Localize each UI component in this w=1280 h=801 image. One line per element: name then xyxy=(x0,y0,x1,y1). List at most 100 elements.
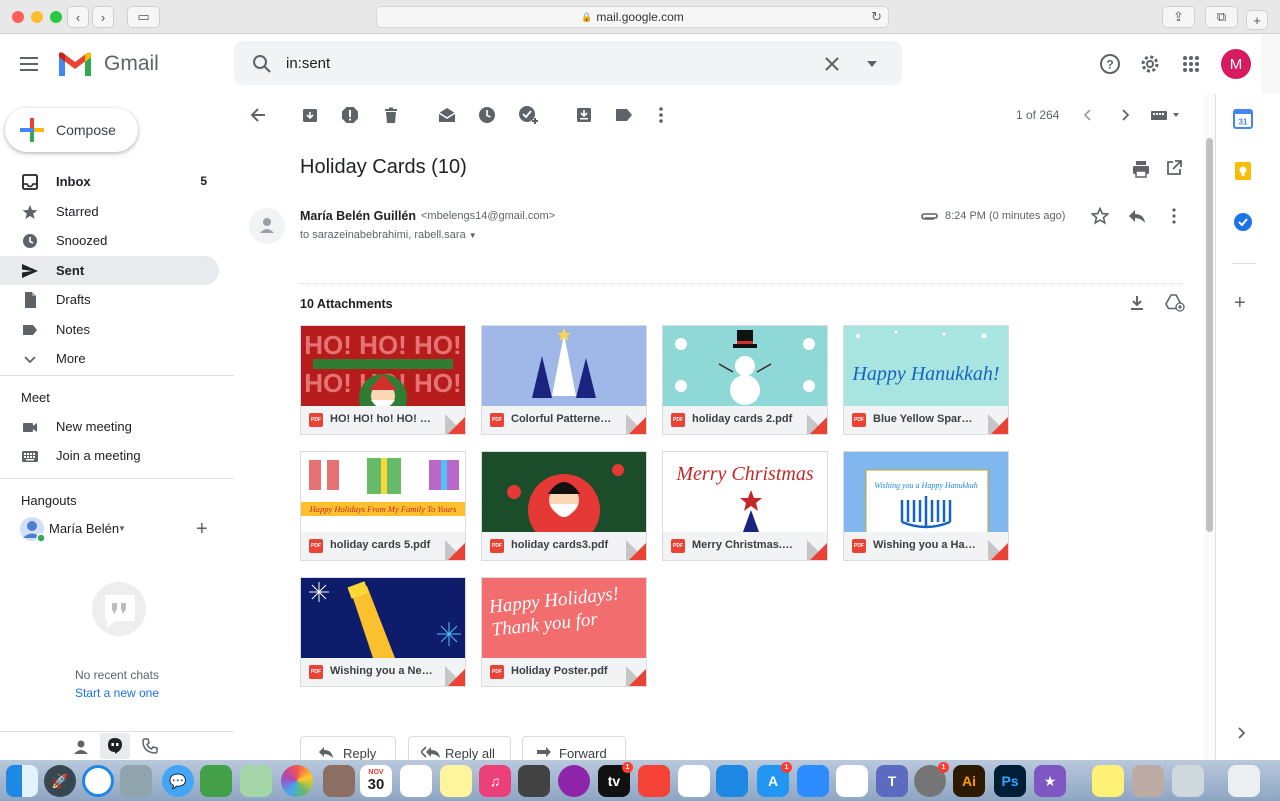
print-icon[interactable] xyxy=(1132,160,1150,178)
attachment-card[interactable]: Happy Hanukkah! PDF Blue Yellow Sparkl..… xyxy=(843,325,1009,435)
back-icon[interactable]: ‹ xyxy=(67,6,89,28)
tasks-icon[interactable] xyxy=(1233,212,1253,232)
music-icon[interactable]: ♫ xyxy=(479,765,511,797)
minimize-window-button[interactable] xyxy=(31,11,43,23)
move-to-icon[interactable] xyxy=(574,105,594,125)
photoshop-icon[interactable]: Ps xyxy=(994,765,1026,797)
zoom-window-button[interactable] xyxy=(50,11,62,23)
attachment-card[interactable]: PDF Colorful Patterned ... xyxy=(481,325,647,435)
label-tag-icon[interactable] xyxy=(614,105,634,125)
scrollbar-thumb[interactable] xyxy=(1206,138,1213,532)
open-new-window-icon[interactable] xyxy=(1166,160,1184,178)
recipients-expand-icon[interactable]: ▼ xyxy=(469,231,477,240)
compose-button[interactable]: Compose xyxy=(5,108,138,152)
sidebar-item-inbox[interactable]: Inbox 5 xyxy=(0,167,219,196)
trash-icon[interactable] xyxy=(1228,765,1260,797)
apps-grid-icon[interactable] xyxy=(1179,52,1203,76)
clear-search-icon[interactable] xyxy=(820,52,844,76)
hangouts-user-name[interactable]: María Belén xyxy=(49,521,119,536)
start-new-chat-link[interactable]: Start a new one xyxy=(0,686,234,700)
maps-icon[interactable] xyxy=(240,765,272,797)
join-meeting-item[interactable]: Join a meeting xyxy=(0,441,219,470)
more-vert-icon[interactable] xyxy=(651,105,671,125)
launchpad-icon[interactable]: 🚀 xyxy=(44,765,76,797)
add-chat-icon[interactable]: + xyxy=(196,518,208,541)
keep-icon[interactable] xyxy=(1233,161,1253,181)
scrollbar[interactable] xyxy=(1204,94,1215,760)
teams-icon[interactable]: T xyxy=(876,765,908,797)
keynote-icon[interactable] xyxy=(716,765,748,797)
reload-icon[interactable]: ↻ xyxy=(871,9,882,25)
sidebar-icon[interactable]: ▭ xyxy=(127,6,160,28)
sender-avatar[interactable] xyxy=(249,208,285,244)
forward-icon[interactable]: › xyxy=(92,6,114,28)
preview-icon[interactable] xyxy=(120,765,152,797)
gmail-logo-icon[interactable] xyxy=(57,51,93,78)
sidebar-item-snoozed[interactable]: Snoozed xyxy=(0,226,219,255)
back-arrow-icon[interactable] xyxy=(248,105,268,125)
delete-trash-icon[interactable] xyxy=(381,105,401,125)
attachment-card[interactable]: Happy Holidays! Thank you for PDF Holida… xyxy=(481,577,647,687)
search-bar[interactable]: in:sent xyxy=(234,41,902,85)
imovie-star-icon[interactable]: ★ xyxy=(1034,765,1066,797)
app-store-icon[interactable]: A1 xyxy=(757,762,792,797)
notes-app-icon[interactable] xyxy=(440,765,472,797)
news-icon[interactable] xyxy=(638,765,670,797)
get-addons-plus-icon[interactable]: + xyxy=(1234,292,1246,315)
newer-chevron-icon[interactable] xyxy=(1078,105,1098,125)
search-input[interactable]: in:sent xyxy=(286,55,330,72)
recipients-line[interactable]: to sarazeinabebrahimi, rabell.sara ▼ xyxy=(300,229,477,241)
sender-name[interactable]: María Belén Guillén xyxy=(300,209,416,223)
attachment-card[interactable]: Merry Christmas PDF Merry Christmas.pdf xyxy=(662,451,828,561)
attachment-card[interactable]: PDF Wishing you a New ... xyxy=(300,577,466,687)
calendar-icon[interactable]: 31 xyxy=(1233,109,1253,129)
search-icon[interactable] xyxy=(250,52,274,76)
address-bar[interactable]: 🔒 mail.google.com ↻ xyxy=(376,6,889,28)
sidebar-item-more[interactable]: More xyxy=(0,344,219,373)
help-icon[interactable]: ? xyxy=(1098,52,1122,76)
user-avatar[interactable] xyxy=(19,516,46,543)
tabs-icon[interactable]: ⧉ xyxy=(1205,6,1238,28)
podcasts-icon[interactable] xyxy=(558,765,590,797)
input-tools-keyboard-icon[interactable] xyxy=(1150,105,1182,125)
attachment-card[interactable]: PDF holiday cards3.pdf xyxy=(481,451,647,561)
zoom-icon[interactable] xyxy=(797,765,829,797)
sidebar-item-starred[interactable]: Starred xyxy=(0,197,219,226)
photos-icon[interactable] xyxy=(281,765,313,797)
illustrator-icon[interactable]: Ai xyxy=(953,765,985,797)
report-spam-icon[interactable] xyxy=(340,105,360,125)
share-icon[interactable]: ⇪ xyxy=(1162,6,1195,28)
pages-icon[interactable] xyxy=(836,765,868,797)
person-icon[interactable] xyxy=(73,739,89,755)
caret-down-icon[interactable]: ▼ xyxy=(118,524,126,533)
older-chevron-icon[interactable] xyxy=(1115,105,1135,125)
new-tab-icon[interactable]: + xyxy=(1246,10,1268,30)
safari-icon[interactable] xyxy=(82,765,114,797)
search-options-icon[interactable] xyxy=(860,52,884,76)
messages-app-icon[interactable]: 💬 xyxy=(162,765,194,797)
finder-icon[interactable] xyxy=(6,765,38,797)
close-window-button[interactable] xyxy=(12,11,24,23)
download-all-icon[interactable] xyxy=(1129,295,1145,311)
photo-booth-icon[interactable] xyxy=(518,765,550,797)
apple-tv-icon[interactable]: tv 1 xyxy=(598,762,633,797)
sidebar-item-sent[interactable]: Sent xyxy=(0,256,219,285)
archive-icon[interactable] xyxy=(300,105,320,125)
reply-arrow-icon[interactable] xyxy=(1128,208,1146,224)
sidebar-item-notes[interactable]: Notes xyxy=(0,315,219,344)
attachment-card[interactable]: Wishing you a Happy Hanukkah PDF Wishing… xyxy=(843,451,1009,561)
stickies-icon[interactable] xyxy=(1092,765,1124,797)
settings-gear-icon[interactable] xyxy=(1138,52,1162,76)
attachment-card[interactable]: HO! HO! HO! HO! HO! HO! PDF HO! HO! ho! … xyxy=(300,325,466,435)
attachment-card[interactable]: Happy Holidays From My Family To Yours P… xyxy=(300,451,466,561)
message-more-icon[interactable] xyxy=(1172,208,1176,224)
account-avatar[interactable]: M xyxy=(1221,49,1251,79)
contacts-icon[interactable] xyxy=(323,765,355,797)
menu-icon[interactable] xyxy=(18,52,42,76)
new-meeting-item[interactable]: New meeting xyxy=(0,412,219,441)
phone-icon[interactable] xyxy=(142,738,158,754)
hangouts-tab[interactable] xyxy=(100,733,130,759)
add-to-tasks-icon[interactable] xyxy=(518,105,538,125)
numbers-icon[interactable] xyxy=(678,765,710,797)
attachment-card[interactable]: PDF holiday cards 2.pdf xyxy=(662,325,828,435)
